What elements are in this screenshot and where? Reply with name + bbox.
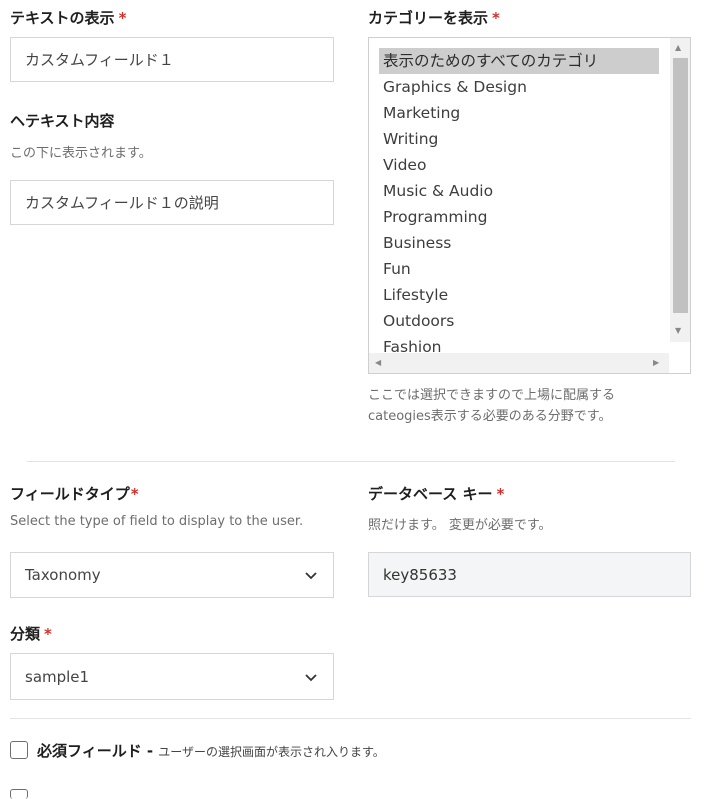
category-display-label: カテゴリーを表示 * [368,7,500,28]
help-text-input[interactable]: カスタムフィールド１の説明 [10,180,334,225]
database-key-help: 照だけます。 変更が必要です。 [368,518,552,533]
category-option[interactable]: 表示のためのすべてのカテゴリ [379,48,659,74]
taxonomy-select[interactable]: sample1 [10,653,334,700]
help-text-label: ヘテキスト内容 [10,112,115,130]
listbox-horizontal-scrollbar[interactable]: ◀ ▶ [369,353,669,373]
required-field-label: 必須フィールド - [37,742,154,760]
section-divider [27,461,675,462]
database-key-label: データベース キー * [368,483,504,504]
help-text-value: カスタムフィールド１の説明 [25,194,219,212]
field-type-select[interactable]: Taxonomy [10,552,334,598]
category-display-label-text: カテゴリーを表示 [368,9,489,27]
required-field-description: ユーザーの選択画面が表示され入ります。 [158,745,385,759]
scroll-right-arrow-icon[interactable]: ▶ [653,358,659,368]
category-option[interactable]: Programming [379,204,659,230]
category-option[interactable]: Music & Audio [379,178,659,204]
taxonomy-value: sample1 [25,667,90,686]
field-type-label-text: フィールドタイプ [10,485,130,503]
chevron-down-icon [305,673,317,681]
database-key-value: key85633 [383,565,457,584]
required-asterisk: * [496,485,505,503]
database-key-label-text: データベース キー [368,485,493,503]
scroll-up-arrow-icon[interactable]: ▲ [675,43,681,53]
category-options: 表示のためのすべてのカテゴリ Graphics & Design Marketing… [379,48,659,360]
category-option[interactable]: Business [379,230,659,256]
category-option[interactable]: Outdoors [379,308,659,334]
chevron-down-icon [305,572,317,580]
field-type-value: Taxonomy [25,566,101,584]
category-option[interactable]: Marketing [379,100,659,126]
category-option[interactable]: Lifestyle [379,282,659,308]
category-option[interactable]: Video [379,152,659,178]
category-option[interactable]: Writing [379,126,659,152]
required-field-checkbox[interactable] [10,741,28,759]
required-asterisk: * [130,485,139,503]
section-divider [10,718,691,719]
text-display-label: テキストの表示 * [10,7,126,28]
category-help-line1: ここでは選択できますので上場に配属する [368,388,616,403]
field-type-label: フィールドタイプ* [10,483,139,504]
required-field-row: 必須フィールド - ユーザーの選択画面が表示され入ります。 [37,740,385,761]
category-option[interactable]: Graphics & Design [379,74,659,100]
next-checkbox[interactable] [10,789,28,799]
required-asterisk: * [44,625,52,643]
database-key-input[interactable]: key85633 [368,552,691,597]
text-display-label-text: テキストの表示 [10,9,115,27]
scroll-left-arrow-icon[interactable]: ◀ [375,358,381,368]
taxonomy-label-text: 分類 [10,625,41,643]
help-text-description: この下に表示されます。 [10,146,152,161]
category-help-line2: cateogies表示する必要のある分野です。 [368,409,612,424]
text-display-input[interactable]: カスタムフィールド１ [10,37,334,82]
category-listbox[interactable]: 表示のためのすべてのカテゴリ Graphics & Design Marketing… [368,37,691,374]
required-asterisk: * [118,9,127,27]
scrollbar-thumb[interactable] [673,58,688,313]
listbox-vertical-scrollbar[interactable]: ▲ ▼ [670,38,690,342]
category-option[interactable]: Fun [379,256,659,282]
scroll-down-arrow-icon[interactable]: ▼ [675,326,681,336]
field-type-help: Select the type of field to display to t… [10,514,304,529]
text-display-value: カスタムフィールド１ [25,51,174,69]
required-asterisk: * [492,9,500,27]
taxonomy-label: 分類 * [10,623,52,644]
